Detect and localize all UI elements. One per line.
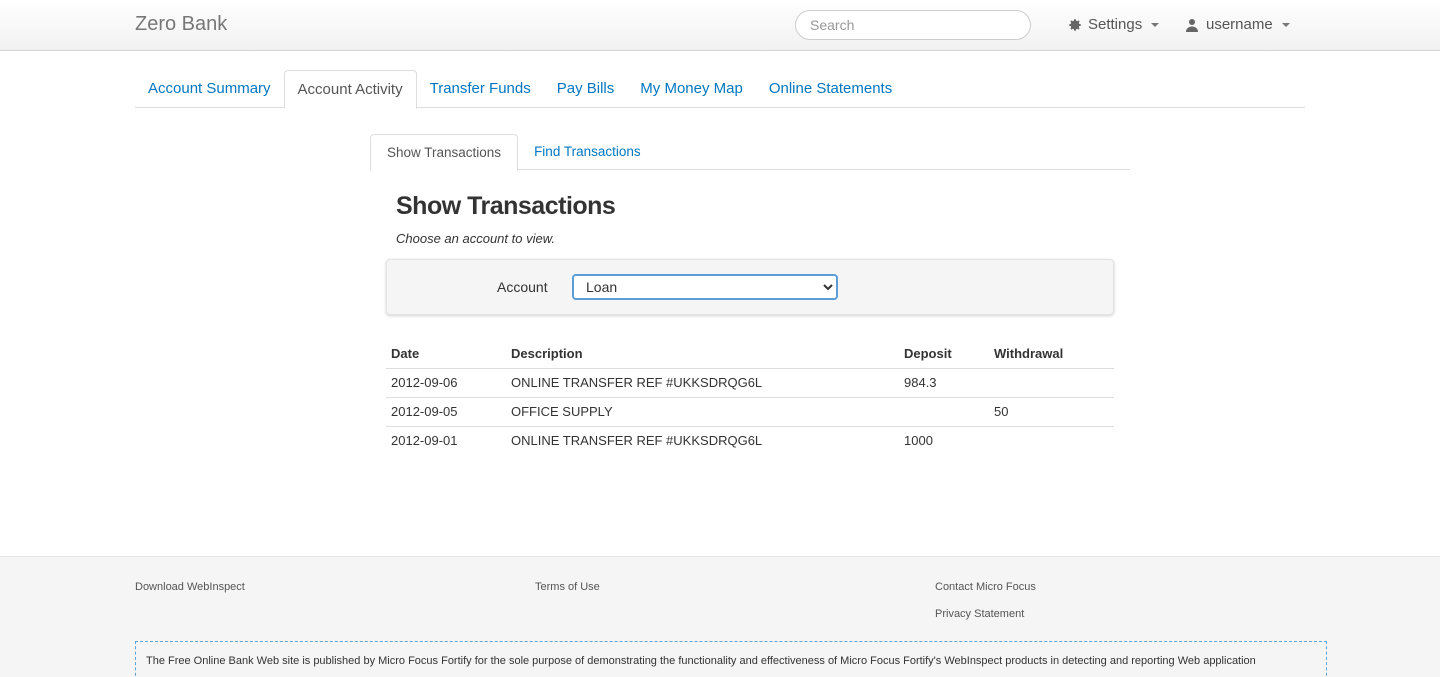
tab-online-statements[interactable]: Online Statements: [756, 70, 905, 108]
terms-of-use-link[interactable]: Terms of Use: [535, 581, 600, 593]
privacy-statement-link[interactable]: Privacy Statement: [935, 608, 1024, 620]
caret-down-icon: [1281, 22, 1290, 27]
cell-withdrawal: [989, 367, 1114, 397]
table-header-row: Date Description Deposit Withdrawal: [386, 340, 1114, 368]
header-date: Date: [391, 346, 420, 362]
disclaimer-text: The Free Online Bank Web site is publish…: [135, 641, 1327, 677]
top-navbar: Zero Bank Settings username: [0, 0, 1440, 51]
table-row: 2012-09-06 ONLINE TRANSFER REF #UKKSDRQG…: [386, 367, 1114, 397]
username-label: username: [1206, 16, 1273, 33]
download-webinspect-link[interactable]: Download WebInspect: [135, 581, 245, 593]
caret-down-icon: [1151, 22, 1160, 27]
tab-transfer-funds[interactable]: Transfer Funds: [417, 70, 544, 108]
sub-tabs: Show Transactions Find Transactions: [370, 134, 1130, 171]
gear-icon: [1068, 18, 1082, 32]
cell-deposit: 984.3: [899, 367, 989, 397]
tab-show-transactions[interactable]: Show Transactions: [370, 134, 519, 171]
cell-description: OFFICE SUPPLY: [506, 396, 899, 426]
header-withdrawal: Withdrawal: [994, 346, 1064, 362]
cell-date: 2012-09-01: [386, 425, 506, 455]
account-label: Account: [497, 279, 548, 295]
cell-date: 2012-09-06: [386, 367, 506, 397]
settings-dropdown[interactable]: Settings: [1068, 16, 1160, 33]
transactions-table: Date Description Deposit Withdrawal 2012…: [386, 340, 1114, 455]
footer: Download WebInspect Terms of Use Contact…: [0, 556, 1440, 677]
cell-description: ONLINE TRANSFER REF #UKKSDRQG6L: [506, 367, 899, 397]
tab-account-summary[interactable]: Account Summary: [135, 70, 284, 108]
cell-withdrawal: [989, 425, 1114, 455]
table-row: 2012-09-05 OFFICE SUPPLY 50: [386, 396, 1114, 426]
tab-pay-bills[interactable]: Pay Bills: [544, 70, 628, 108]
cell-withdrawal: 50: [989, 396, 1114, 426]
brand-logo[interactable]: Zero Bank: [135, 13, 227, 36]
cell-deposit: [899, 396, 989, 426]
main-tabs: Account Summary Account Activity Transfe…: [135, 70, 1305, 109]
search-input[interactable]: [795, 10, 1031, 40]
header-deposit: Deposit: [904, 346, 952, 362]
user-dropdown[interactable]: username: [1186, 16, 1290, 33]
user-icon: [1186, 18, 1200, 32]
cell-deposit: 1000: [899, 425, 989, 455]
tab-account-activity[interactable]: Account Activity: [283, 70, 417, 109]
tab-find-transactions[interactable]: Find Transactions: [518, 134, 657, 170]
account-select[interactable]: Loan: [572, 274, 838, 300]
header-description: Description: [511, 346, 583, 362]
tab-my-money-map[interactable]: My Money Map: [627, 70, 756, 108]
contact-link[interactable]: Contact Micro Focus: [935, 581, 1036, 593]
cell-description: ONLINE TRANSFER REF #UKKSDRQG6L: [506, 425, 899, 455]
cell-date: 2012-09-05: [386, 396, 506, 426]
account-filter-panel: Account Loan: [386, 259, 1114, 315]
table-row: 2012-09-01 ONLINE TRANSFER REF #UKKSDRQG…: [386, 425, 1114, 455]
settings-label: Settings: [1088, 16, 1143, 33]
page-title: Show Transactions: [396, 192, 616, 220]
page-subtitle: Choose an account to view.: [396, 231, 555, 246]
